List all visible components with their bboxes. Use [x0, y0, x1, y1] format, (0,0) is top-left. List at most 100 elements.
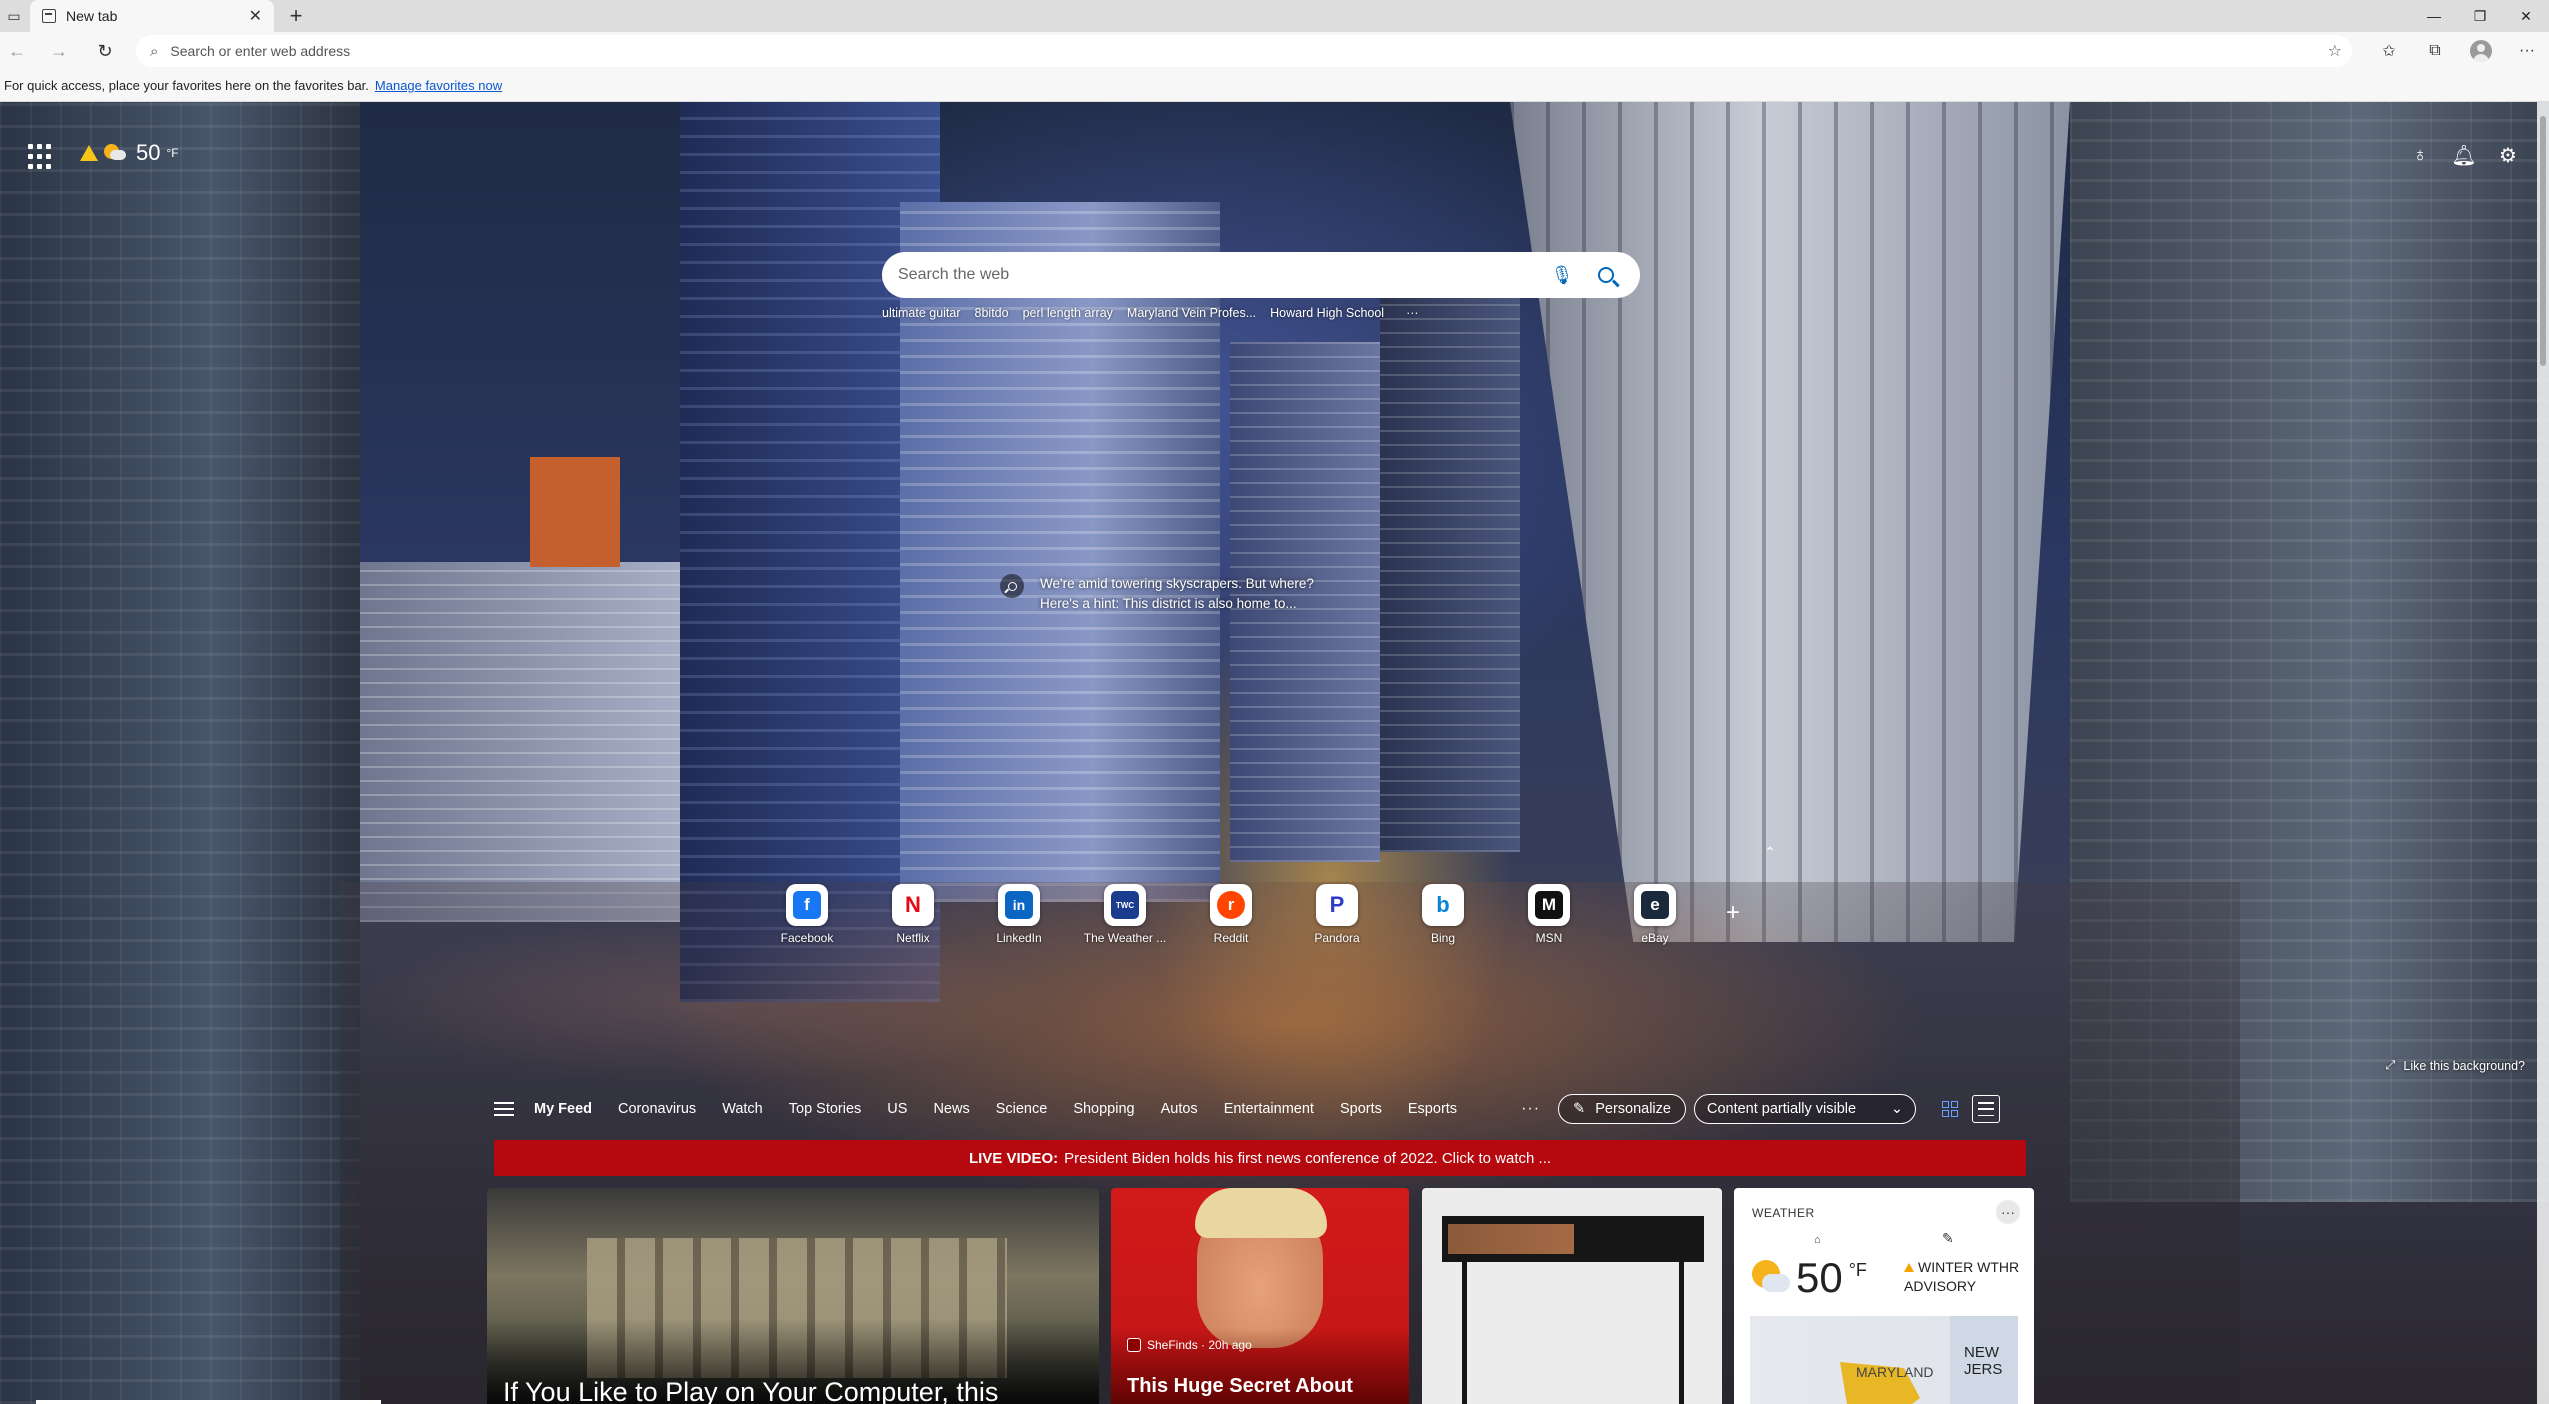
add-quick-link-icon[interactable]: +: [1720, 899, 1746, 926]
trending-search-item[interactable]: perl length array: [1023, 306, 1113, 320]
background-building: [1380, 292, 1520, 852]
forward-icon[interactable]: →: [44, 36, 74, 66]
quick-link-ebay[interactable]: e eBay: [1602, 884, 1708, 945]
quick-link-label: MSN: [1535, 931, 1563, 945]
background-building: [360, 562, 690, 922]
shopping-card[interactable]: [1422, 1188, 1722, 1404]
collapse-chevron-up-icon[interactable]: ⌃: [1764, 844, 1776, 861]
quick-link-label: Pandora: [1314, 931, 1360, 945]
restore-icon[interactable]: ❐: [2457, 0, 2503, 32]
tab-science[interactable]: Science: [996, 1101, 1048, 1117]
search-button[interactable]: [1588, 257, 1624, 293]
content-visibility-select[interactable]: Content partially visible ⌄: [1693, 1094, 1916, 1124]
background-building: [530, 457, 620, 567]
refresh-icon[interactable]: ↻: [90, 36, 120, 66]
tab-new-tab[interactable]: New tab ✕: [30, 0, 274, 32]
background-hint[interactable]: We're amid towering skyscrapers. But whe…: [1000, 574, 1320, 614]
map-label: MARYLAND: [1856, 1364, 1934, 1380]
page-scrollbar[interactable]: [2537, 102, 2549, 1404]
page-settings-icon[interactable]: ⚙: [2495, 142, 2521, 168]
weather-mini-unit: °F: [166, 146, 179, 160]
tab-us[interactable]: US: [887, 1101, 907, 1117]
search-hint-icon: [1000, 574, 1024, 598]
live-video-prefix: LIVE VIDEO:: [968, 1149, 1059, 1167]
list-view-icon: [1977, 1102, 1994, 1116]
map-label: NEW JERS: [1964, 1344, 2003, 1378]
tab-shopping[interactable]: Shopping: [1073, 1101, 1134, 1117]
microphone-icon[interactable]: 🎙︎: [1544, 257, 1580, 293]
avatar-icon: [2470, 40, 2492, 62]
edit-location-icon[interactable]: ✎: [1942, 1230, 1954, 1247]
collections-icon[interactable]: ⧉: [2416, 36, 2454, 66]
quick-link-weather-channel[interactable]: TWC The Weather ...: [1072, 884, 1178, 945]
manage-favorites-link[interactable]: Manage favorites now: [375, 78, 502, 93]
close-tab-icon[interactable]: ✕: [249, 6, 262, 26]
toolbar: ✩ ⧉ ···: [2370, 36, 2546, 66]
news-card[interactable]: SheFinds · 20h ago This Huge Secret Abou…: [1111, 1188, 1409, 1404]
address-bar[interactable]: ⌕ ☆: [136, 35, 2352, 67]
weather-card[interactable]: WEATHER ··· ⌂ ✎ 50 °F WINTER WTHR ADVISO…: [1734, 1188, 2034, 1404]
weather-map[interactable]: MARYLAND NEW JERS: [1750, 1316, 2018, 1404]
personalize-button[interactable]: ✎ Personalize: [1558, 1094, 1686, 1124]
tab-coronavirus[interactable]: Coronavirus: [618, 1101, 696, 1117]
web-search-box[interactable]: 🎙︎: [882, 252, 1640, 298]
weather-alert[interactable]: WINTER WTHR ADVISORY: [1904, 1258, 2024, 1296]
trending-search-item[interactable]: ultimate guitar: [882, 306, 961, 320]
weather-temp: 50: [1796, 1254, 1843, 1301]
quick-link-msn[interactable]: M MSN: [1496, 884, 1602, 945]
like-background-button[interactable]: ⤢ Like this background?: [2385, 1058, 2525, 1073]
close-window-icon[interactable]: ✕: [2503, 0, 2549, 32]
tab-autos[interactable]: Autos: [1161, 1101, 1198, 1117]
notifications-icon[interactable]: 🔔︎: [2451, 142, 2477, 168]
feed-menu-icon[interactable]: [494, 1102, 514, 1116]
weather-more-button[interactable]: ···: [1996, 1200, 2020, 1224]
trending-search-item[interactable]: Maryland Vein Profes...: [1127, 306, 1256, 320]
partly-sunny-icon: [1750, 1258, 1790, 1298]
search-icon: ⌕: [150, 42, 159, 60]
back-icon[interactable]: ←: [2, 36, 32, 66]
tab-sports[interactable]: Sports: [1340, 1101, 1382, 1117]
trending-search-item[interactable]: 8bitdo: [975, 306, 1009, 320]
tab-watch[interactable]: Watch: [722, 1101, 763, 1117]
weather-mini[interactable]: 50 °F: [80, 140, 179, 166]
address-input[interactable]: [170, 37, 2352, 65]
tab-my-feed[interactable]: My Feed: [534, 1101, 592, 1117]
live-video-banner[interactable]: LIVE VIDEO: President Biden holds his fi…: [494, 1140, 2026, 1176]
quick-link-label: Netflix: [896, 931, 930, 945]
news-card[interactable]: If You Like to Play on Your Computer, th…: [487, 1188, 1099, 1404]
personalize-label: Personalize: [1595, 1101, 1671, 1117]
add-favorite-icon[interactable]: ☆: [2328, 41, 2342, 61]
tab-entertainment[interactable]: Entertainment: [1224, 1101, 1314, 1117]
quick-link-netflix[interactable]: N Netflix: [860, 884, 966, 945]
grid-view-button[interactable]: [1936, 1095, 1964, 1123]
tab-esports[interactable]: Esports: [1408, 1101, 1457, 1117]
new-tab-button[interactable]: +: [282, 0, 310, 32]
tab-actions-icon[interactable]: ▭: [0, 0, 28, 32]
partly-sunny-icon: [104, 142, 126, 164]
quick-link-linkedin[interactable]: in LinkedIn: [966, 884, 1072, 945]
quick-link-facebook[interactable]: f Facebook: [754, 884, 860, 945]
app-launcher-icon[interactable]: [28, 144, 54, 170]
minimize-icon[interactable]: —: [2411, 0, 2457, 32]
feed-more-button[interactable]: ···: [1521, 1100, 1540, 1118]
quick-link-reddit[interactable]: r Reddit: [1178, 884, 1284, 945]
scrollbar-thumb[interactable]: [2540, 116, 2546, 366]
rewards-icon[interactable]: ♁: [2407, 142, 2433, 168]
quick-link-bing[interactable]: b Bing: [1390, 884, 1496, 945]
trending-more-button[interactable]: ···: [1406, 306, 1419, 320]
trending-search-item[interactable]: Howard High School: [1270, 306, 1384, 320]
card-image-detail: [1462, 1262, 1684, 1404]
list-view-button[interactable]: [1971, 1095, 2000, 1123]
background-building: [1510, 102, 2070, 942]
web-search-input[interactable]: [898, 260, 1544, 290]
tab-news[interactable]: News: [933, 1101, 969, 1117]
quick-link-pandora[interactable]: P Pandora: [1284, 884, 1390, 945]
quick-links: f Facebook N Netflix in LinkedIn TWC The…: [754, 884, 1708, 945]
expand-icon: ⤢: [2385, 1058, 2396, 1072]
profile-button[interactable]: [2462, 36, 2500, 66]
home-icon: ⌂: [1814, 1234, 1821, 1246]
tab-top-stories[interactable]: Top Stories: [789, 1101, 862, 1117]
quick-link-label: Facebook: [780, 931, 834, 945]
settings-more-icon[interactable]: ···: [2508, 36, 2546, 66]
favorites-icon[interactable]: ✩: [2370, 36, 2408, 66]
